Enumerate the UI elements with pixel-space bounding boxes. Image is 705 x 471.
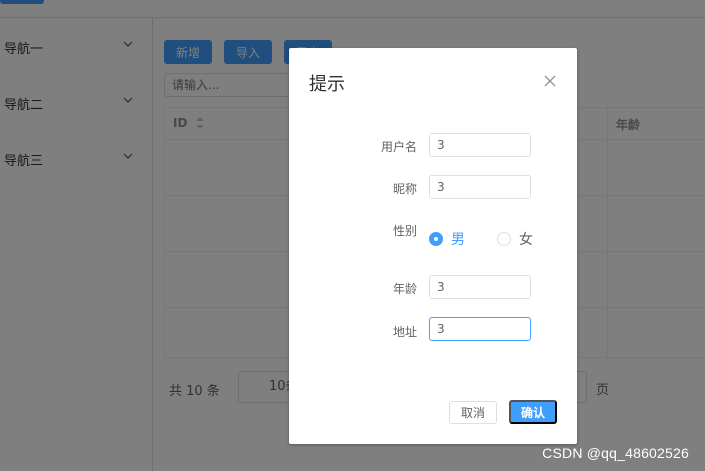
- edit-dialog: 提示 用户名 昵称 性别 男 女 年龄 地址 取消 确认: [289, 48, 577, 444]
- nickname-label: 昵称: [392, 182, 417, 196]
- cancel-button[interactable]: 取消: [449, 401, 497, 424]
- radio-unchecked-icon: [497, 232, 511, 246]
- dialog-title: 提示: [309, 74, 345, 95]
- username-label: 用户名: [380, 140, 417, 154]
- gender-label: 性别: [392, 224, 417, 238]
- confirm-button[interactable]: 确认: [509, 400, 557, 424]
- gender-radio-male[interactable]: 男: [429, 229, 465, 249]
- gender-radio-female[interactable]: 女: [497, 229, 533, 249]
- close-icon[interactable]: [543, 74, 557, 88]
- watermark: CSDN @qq_48602526: [542, 445, 689, 461]
- radio-label: 女: [519, 232, 533, 248]
- age-field[interactable]: [429, 275, 531, 299]
- age-label: 年龄: [392, 282, 417, 296]
- nickname-field[interactable]: [429, 175, 531, 199]
- address-label: 地址: [392, 325, 417, 339]
- radio-checked-icon: [429, 232, 443, 246]
- radio-label: 男: [451, 232, 465, 248]
- address-field[interactable]: [429, 317, 531, 341]
- username-field[interactable]: [429, 133, 531, 157]
